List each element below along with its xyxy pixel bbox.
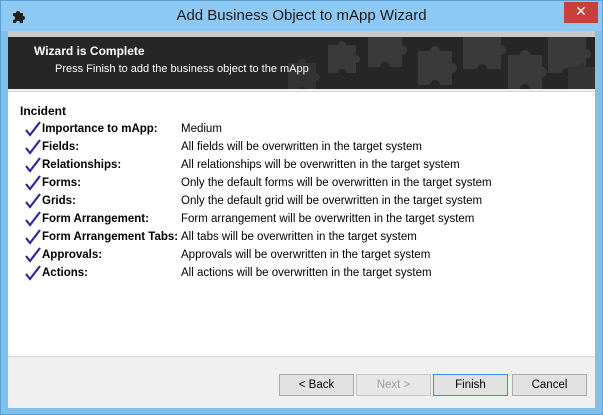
- list-item: Form Arrangement: Form arrangement will …: [20, 211, 590, 229]
- row-value: All actions will be overwritten in the t…: [181, 267, 432, 279]
- checkmark-icon: [25, 211, 41, 227]
- list-item: Fields: All fields will be overwritten i…: [20, 139, 590, 157]
- checkmark-icon: [25, 157, 41, 173]
- checkmark-icon: [25, 175, 41, 191]
- row-label: Relationships:: [42, 159, 122, 171]
- list-item: Importance to mApp: Medium: [20, 121, 590, 139]
- row-label: Actions:: [42, 267, 88, 279]
- banner-subtitle: Press Finish to add the business object …: [55, 63, 309, 75]
- checkmark-icon: [25, 247, 41, 263]
- cancel-button[interactable]: Cancel: [512, 374, 587, 396]
- checkmark-icon: [25, 121, 41, 137]
- list-item: Approvals: Approvals will be overwritten…: [20, 247, 590, 265]
- banner-heading: Wizard is Complete: [34, 44, 145, 58]
- checkmark-icon: [25, 193, 41, 209]
- row-label: Fields:: [42, 141, 80, 153]
- wizard-banner: Wizard is Complete Press Finish to add t…: [8, 31, 595, 89]
- wizard-window: Add Business Object to mApp Wizard ✕ Wiz: [0, 0, 603, 415]
- checkmark-icon: [25, 139, 41, 155]
- row-label: Form Arrangement Tabs:: [42, 231, 179, 243]
- row-value: Medium: [181, 123, 222, 135]
- row-value: All tabs will be overwritten in the targ…: [181, 231, 417, 243]
- summary-list: Importance to mApp: Medium Fields: All f…: [20, 121, 590, 283]
- row-label: Forms:: [42, 177, 81, 189]
- footer-divider: [8, 356, 595, 357]
- row-value: Approvals will be overwritten in the tar…: [181, 249, 431, 261]
- row-value: All relationships will be overwritten in…: [181, 159, 460, 171]
- close-button[interactable]: ✕: [564, 2, 598, 23]
- row-label: Grids:: [42, 195, 76, 207]
- finish-button[interactable]: Finish: [433, 374, 508, 396]
- section-title: Incident: [20, 104, 67, 118]
- checkmark-icon: [25, 265, 41, 281]
- wizard-client-area: Wizard is Complete Press Finish to add t…: [8, 31, 595, 408]
- row-value: All fields will be overwritten in the ta…: [181, 141, 422, 153]
- row-value: Only the default grid will be overwritte…: [181, 195, 483, 207]
- list-item: Relationships: All relationships will be…: [20, 157, 590, 175]
- next-button[interactable]: Next >: [356, 374, 431, 396]
- row-value: Only the default forms will be overwritt…: [181, 177, 492, 189]
- row-value: Form arrangement will be overwritten in …: [181, 213, 475, 225]
- list-item: Actions: All actions will be overwritten…: [20, 265, 590, 283]
- list-item: Form Arrangement Tabs: All tabs will be …: [20, 229, 590, 247]
- checkmark-icon: [25, 229, 41, 245]
- list-item: Grids: Only the default grid will be ove…: [20, 193, 590, 211]
- row-label: Approvals:: [42, 249, 103, 261]
- back-button[interactable]: < Back: [279, 374, 354, 396]
- list-item: Forms: Only the default forms will be ov…: [20, 175, 590, 193]
- window-title: Add Business Object to mApp Wizard: [176, 7, 427, 24]
- summary-panel: Incident Importance to mApp: Medium Fiel…: [8, 91, 595, 356]
- row-label: Importance to mApp:: [42, 123, 158, 135]
- row-label: Form Arrangement:: [42, 213, 149, 225]
- title-bar[interactable]: Add Business Object to mApp Wizard ✕: [1, 1, 602, 31]
